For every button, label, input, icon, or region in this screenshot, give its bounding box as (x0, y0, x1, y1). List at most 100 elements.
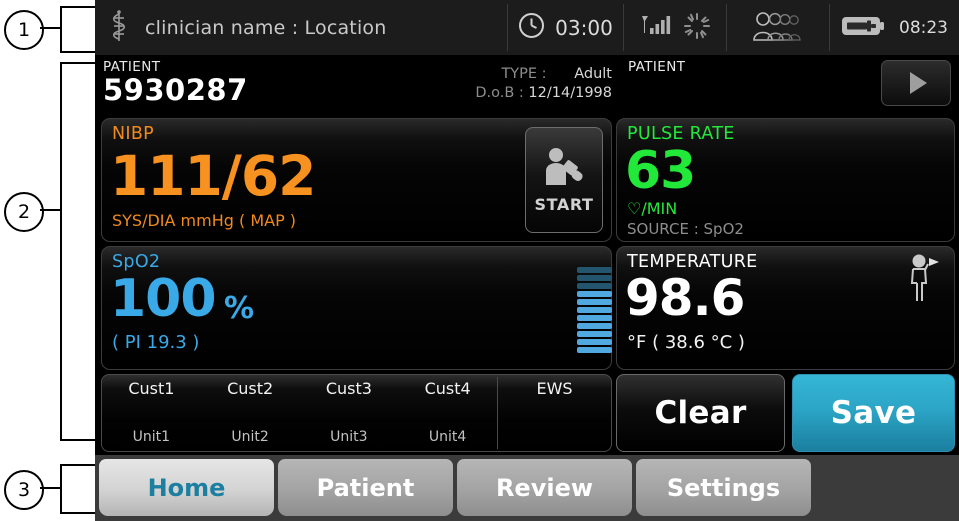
pulse-source: SOURCE : SpO2 (627, 220, 744, 238)
pulse-bar (577, 299, 612, 305)
callout-number: 1 (17, 19, 31, 41)
status-bar: clinician name : Location 03:00 08:23 (95, 0, 959, 55)
nibp-value: 111/62 (110, 144, 316, 208)
pulse-bar (577, 275, 612, 281)
next-patient-button[interactable] (881, 60, 951, 106)
callout-number: 3 (17, 479, 31, 501)
custom-cell-title: Cust4 (424, 379, 471, 398)
patient-dob-value: 12/14/1998 (528, 85, 612, 101)
tab-label: Patient (316, 473, 415, 502)
custom-cell-title: Cust3 (325, 379, 372, 398)
wifi-signal-icon (639, 12, 673, 44)
save-label: Save (830, 395, 917, 431)
pulse-bar (577, 291, 612, 297)
custom-cell-unit: Unit4 (428, 429, 467, 445)
patient-type-value: Adult (574, 66, 612, 82)
bp-cuff-person-icon (542, 147, 586, 193)
patient-meta: TYPE : Adult D.o.B : 12/14/1998 (475, 65, 612, 103)
clear-button[interactable]: Clear (616, 374, 785, 452)
battery-time-value: 08:23 (899, 17, 948, 38)
patient-id-panel[interactable]: PATIENT 5930287 TYPE : Adult D.o.B : 12/… (95, 55, 620, 115)
nibp-start-label: START (534, 194, 594, 214)
caduceus-icon (109, 9, 129, 47)
patient-type-row: TYPE : Adult (475, 65, 612, 84)
nibp-start-button[interactable]: START (525, 127, 603, 233)
spo2-pi-value: ( PI 19.3 ) (112, 332, 200, 353)
pulse-rate-tile[interactable]: PULSE RATE 63 ♡/MIN SOURCE : SpO2 (616, 118, 955, 242)
callout-bracket-1 (60, 6, 96, 53)
pulse-amplitude-bars (577, 267, 612, 353)
callout-leader-1 (40, 27, 62, 29)
custom-cell-unit: Unit3 (330, 429, 368, 445)
callout-leader-3 (40, 487, 62, 489)
tab-patient[interactable]: Patient (278, 459, 453, 516)
spo2-tile[interactable]: SpO2 100 % ( PI 19.3 ) (101, 246, 612, 370)
temporal-thermometer-person-icon (904, 253, 944, 309)
temperature-tile[interactable]: TEMPERATURE 98.6 °F ( 38.6 °C ) (616, 246, 955, 370)
tab-bar: Home Patient Review Settings (95, 455, 959, 521)
save-button[interactable]: Save (792, 374, 955, 452)
spo2-percent-symbol: % (224, 291, 255, 326)
custom-parameters-row: Cust1 Unit1 Cust2 Unit2 Cust3 Unit3 Cust4 Unit4… (101, 374, 612, 452)
patient-dob-row: D.o.B : 12/14/1998 (475, 84, 612, 103)
pulse-value: 63 (625, 141, 696, 201)
callout-number: 2 (17, 201, 31, 223)
patients-group-icon (750, 10, 806, 46)
custom-cell[interactable]: Cust1 Unit1 (102, 375, 201, 451)
nibp-tile[interactable]: NIBP 111/62 SYS/DIA mmHg ( MAP ) START (101, 118, 612, 242)
pulse-bar (577, 331, 612, 337)
callout-bracket-3 (60, 464, 96, 514)
play-arrow-icon (909, 72, 927, 94)
tab-label: Settings (666, 473, 781, 502)
timer-field[interactable]: 03:00 (508, 0, 623, 55)
connectivity-field[interactable] (624, 0, 726, 55)
pulse-bar (577, 267, 612, 273)
pulse-bar (577, 307, 612, 313)
pulse-bar (577, 323, 612, 329)
clinician-field[interactable]: clinician name : Location (95, 0, 507, 55)
callout-bracket-2 (60, 62, 96, 441)
pulse-bar (577, 347, 612, 353)
custom-cell-title: Cust1 (128, 379, 175, 398)
timer-value: 03:00 (555, 15, 613, 40)
nibp-units: SYS/DIA mmHg ( MAP ) (112, 211, 297, 230)
activity-spinner-icon (683, 12, 711, 44)
clear-label: Clear (654, 395, 747, 431)
callout-marker-1: 1 (4, 10, 44, 50)
custom-cell[interactable]: Cust3 Unit3 (300, 375, 399, 451)
pulse-units: ♡/MIN (627, 199, 678, 218)
custom-cell-unit: Unit2 (231, 429, 269, 445)
custom-cell[interactable]: Cust2 Unit2 (201, 375, 300, 451)
tab-label: Home (147, 473, 226, 502)
device-screen: clinician name : Location 03:00 08:23 PA… (95, 0, 959, 521)
custom-cell-unit: Unit1 (132, 429, 171, 445)
patient-secondary-label: PATIENT (628, 59, 686, 75)
patients-list-button[interactable] (727, 0, 829, 55)
ews-title: EWS (536, 379, 573, 398)
tab-settings[interactable]: Settings (636, 459, 811, 516)
pulse-bar (577, 339, 612, 345)
tab-review[interactable]: Review (457, 459, 632, 516)
ews-cell[interactable]: EWS (498, 375, 611, 451)
temperature-units: °F ( 38.6 °C ) (627, 332, 745, 353)
patient-id-value: 5930287 (103, 73, 248, 107)
pulse-bar (577, 283, 612, 289)
patient-secondary-panel: PATIENT (622, 55, 959, 115)
temperature-value: 98.6 (625, 269, 745, 327)
battery-charging-icon (841, 13, 887, 43)
pulse-bar (577, 315, 612, 321)
nibp-title: NIBP (112, 124, 155, 144)
tab-home[interactable]: Home (99, 459, 274, 516)
screenshot-root: 1 2 3 clinician name: Location 03:00 08… (0, 0, 959, 521)
spo2-value: 100 (110, 269, 217, 329)
clock-icon (518, 12, 545, 43)
patient-type-label: TYPE : (501, 66, 547, 82)
callout-leader-2 (40, 209, 62, 211)
battery-field[interactable]: 08:23 (830, 0, 959, 55)
tab-label: Review (495, 473, 594, 502)
custom-cell[interactable]: Cust4 Unit4 (398, 375, 497, 451)
callout-marker-3: 3 (4, 470, 44, 510)
clinician-label: clinician name : Location (145, 16, 387, 39)
patient-dob-label: D.o.B : (475, 85, 524, 101)
patient-header: PATIENT 5930287 TYPE : Adult D.o.B : 12/… (95, 55, 959, 115)
